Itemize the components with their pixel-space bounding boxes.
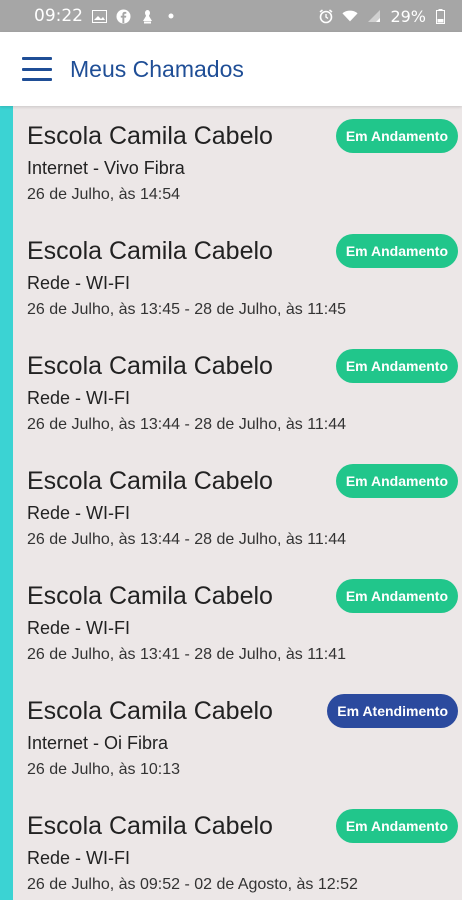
ticket-school-name: Escola Camila Cabelo bbox=[27, 352, 273, 380]
status-badge: Em Atendimento bbox=[327, 694, 458, 728]
ticket-item[interactable]: Escola Camila Cabelo Rede - WI-FI 26 de Ju… bbox=[13, 451, 462, 566]
ticket-item[interactable]: Escola Camila Cabelo Rede - WI-FI 26 de Ju… bbox=[13, 796, 462, 900]
status-badge: Em Andamento bbox=[335, 809, 458, 843]
ticket-item[interactable]: Escola Camila Cabelo Rede - WI-FI 26 de Ju… bbox=[13, 336, 462, 451]
ticket-date: 26 de Julho, às 13:41 - 28 de Julho, às … bbox=[27, 646, 347, 663]
status-bar: 09:22 29% bbox=[0, 0, 462, 32]
app-bar: Meus Chamados bbox=[0, 32, 462, 106]
ticket-service: Rede - WI-FI bbox=[27, 273, 131, 293]
ticket-date: 26 de Julho, às 13:45 - 28 de Julho, às … bbox=[27, 301, 347, 318]
app-notification-icon bbox=[139, 8, 155, 24]
ticket-item[interactable]: Escola Camila Cabelo Rede - WI-FI 26 de Ju… bbox=[13, 221, 462, 336]
ticket-service: Rede - WI-FI bbox=[27, 848, 131, 868]
status-badge: Em Andamento bbox=[335, 119, 458, 153]
ticket-item[interactable]: Escola Camila Cabelo Rede - WI-FI 26 de Ju… bbox=[13, 566, 462, 681]
ticket-item[interactable]: Escola Camila Cabelo Internet - Oi Fibra 2… bbox=[13, 681, 462, 796]
ticket-list[interactable]: Escola Camila Cabelo Internet - Vivo Fibr… bbox=[13, 106, 462, 900]
ticket-school-name: Escola Camila Cabelo bbox=[27, 697, 273, 725]
ticket-service: Rede - WI-FI bbox=[27, 503, 131, 523]
status-badge: Em Andamento bbox=[335, 579, 458, 613]
alarm-icon bbox=[318, 8, 334, 24]
accent-bar bbox=[0, 106, 13, 900]
ticket-school-name: Escola Camila Cabelo bbox=[27, 122, 273, 150]
hamburger-menu-icon[interactable] bbox=[22, 57, 52, 81]
ticket-date: 26 de Julho, às 13:44 - 28 de Julho, às … bbox=[27, 531, 347, 548]
wifi-icon bbox=[342, 8, 358, 24]
ticket-service: Internet - Oi Fibra bbox=[27, 733, 169, 753]
ticket-service: Internet - Vivo Fibra bbox=[27, 158, 185, 178]
facebook-icon bbox=[115, 8, 131, 24]
ticket-service: Rede - WI-FI bbox=[27, 618, 131, 638]
ticket-school-name: Escola Camila Cabelo bbox=[27, 582, 273, 610]
image-icon bbox=[91, 8, 107, 24]
ticket-school-name: Escola Camila Cabelo bbox=[27, 812, 273, 840]
ticket-service: Rede - WI-FI bbox=[27, 388, 131, 408]
signal-icon bbox=[366, 8, 382, 24]
ticket-date: 26 de Julho, às 14:54 bbox=[27, 186, 181, 203]
status-time: 09:22 bbox=[34, 6, 83, 26]
page-title: Meus Chamados bbox=[70, 55, 244, 82]
ticket-item[interactable]: Escola Camila Cabelo Internet - Vivo Fibr… bbox=[13, 106, 462, 221]
battery-icon bbox=[432, 8, 448, 24]
battery-percentage: 29% bbox=[390, 6, 426, 26]
ticket-date: 26 de Julho, às 13:44 - 28 de Julho, às … bbox=[27, 416, 347, 433]
status-badge: Em Andamento bbox=[335, 349, 458, 383]
ticket-date: 26 de Julho, às 09:52 - 02 de Agosto, às… bbox=[27, 876, 358, 893]
ticket-school-name: Escola Camila Cabelo bbox=[27, 467, 273, 495]
ticket-school-name: Escola Camila Cabelo bbox=[27, 237, 273, 265]
status-badge: Em Andamento bbox=[335, 234, 458, 268]
dot-icon bbox=[163, 8, 179, 24]
ticket-date: 26 de Julho, às 10:13 bbox=[27, 761, 181, 778]
status-badge: Em Andamento bbox=[335, 464, 458, 498]
